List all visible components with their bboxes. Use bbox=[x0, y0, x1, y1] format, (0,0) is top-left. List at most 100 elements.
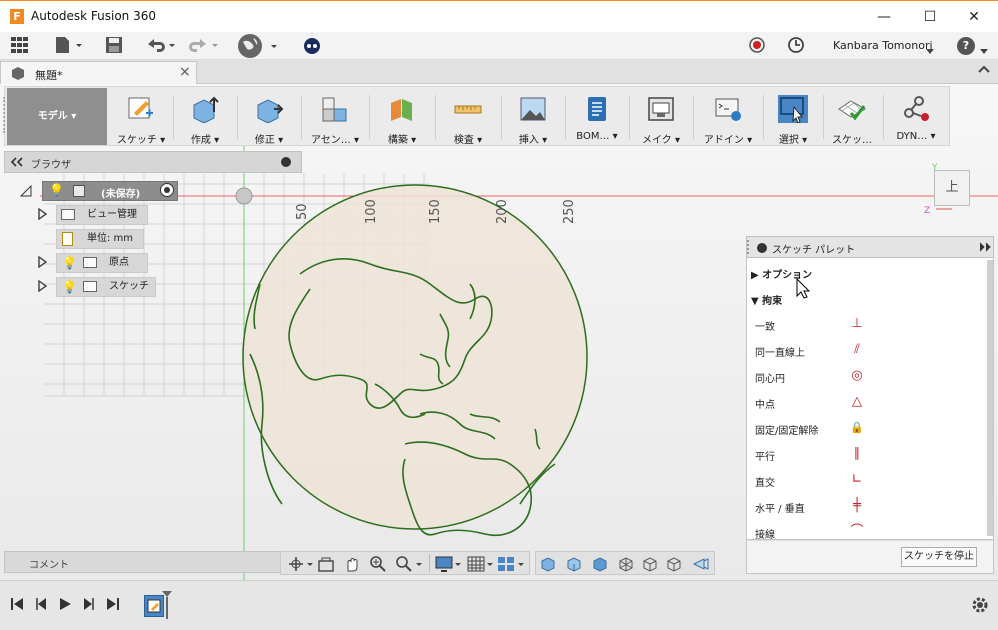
activate-radio-icon[interactable] bbox=[160, 183, 174, 197]
sketch-palette-header[interactable]: スケッチ パレット bbox=[746, 236, 994, 258]
toolbar-bom[interactable]: BOM… ▾ bbox=[569, 89, 625, 145]
browser-item-sketches[interactable]: 💡 スケッチ bbox=[56, 277, 156, 297]
user-dropdown-icon[interactable] bbox=[926, 45, 934, 58]
browser-root-row[interactable]: 💡 (未保存) bbox=[19, 181, 190, 201]
extension-icon[interactable] bbox=[302, 36, 322, 56]
toolbar-modify[interactable]: 修正 ▾ bbox=[241, 89, 297, 146]
hidden-bulb-icon[interactable]: 💡 bbox=[62, 254, 77, 272]
minimize-button[interactable]: — bbox=[862, 5, 906, 29]
job-status-icon[interactable] bbox=[787, 36, 805, 56]
browser-item-views[interactable]: ビュー管理 bbox=[56, 205, 148, 225]
browser-minimize-icon[interactable] bbox=[281, 157, 291, 167]
visibility-bulb-icon[interactable]: 💡 bbox=[49, 183, 64, 197]
undo-icon[interactable] bbox=[145, 36, 179, 56]
data-panel-globe-icon[interactable] bbox=[237, 33, 283, 58]
app-grid-icon[interactable] bbox=[10, 36, 30, 56]
constraint-parallel[interactable]: 平行 ∥ bbox=[755, 447, 860, 464]
viewports-icon[interactable] bbox=[497, 555, 527, 576]
maximize-button[interactable]: ☐ bbox=[908, 5, 952, 29]
close-window-button[interactable]: ✕ bbox=[952, 5, 996, 29]
toolbar-assemble-label: アセン… bbox=[310, 135, 351, 146]
expand-triangle-icon[interactable] bbox=[38, 255, 48, 271]
toolbar-inspect[interactable]: 検査 ▾ bbox=[439, 89, 497, 146]
pan-hand-icon[interactable] bbox=[343, 555, 361, 576]
root-component[interactable]: 💡 (未保存) bbox=[42, 181, 178, 201]
browser-panel-header[interactable]: ブラウザ bbox=[4, 151, 302, 173]
timeline-start-icon[interactable] bbox=[10, 597, 24, 615]
viewcube[interactable]: 上 bbox=[934, 170, 970, 206]
collapse-triangle-icon[interactable] bbox=[19, 184, 32, 200]
view-top-icon[interactable] bbox=[592, 556, 608, 575]
redo-icon[interactable] bbox=[188, 36, 222, 56]
document-tab[interactable]: 無題* × bbox=[0, 61, 197, 84]
sketch-palette-footer: スケッチを停止 bbox=[746, 540, 994, 574]
toolbar-sketch[interactable]: スケッチ ▾ bbox=[113, 89, 169, 146]
view-front-icon[interactable] bbox=[566, 556, 582, 575]
toolbar-construct[interactable]: 構築 ▾ bbox=[373, 89, 431, 146]
stop-sketch-button[interactable]: スケッチを停止 bbox=[901, 547, 977, 567]
zoom-icon[interactable] bbox=[369, 555, 387, 576]
expand-triangle-icon[interactable] bbox=[38, 279, 48, 295]
constraint-concentric[interactable]: 同心円 ◎ bbox=[755, 369, 863, 386]
palette-constraints-section[interactable]: ▼ 拘束 bbox=[751, 292, 782, 307]
timeline-previous-icon[interactable] bbox=[34, 597, 48, 615]
toolbar-insert[interactable]: 挿入 ▾ bbox=[505, 89, 561, 146]
view-shaded-icon[interactable] bbox=[540, 556, 556, 575]
toolbar-assemble[interactable]: アセン… ▾ bbox=[305, 89, 365, 146]
help-icon[interactable]: ? bbox=[957, 37, 975, 55]
timeline-end-icon[interactable] bbox=[106, 597, 120, 615]
collapse-panel-icon[interactable] bbox=[10, 157, 24, 170]
view-iso-alt-icon[interactable] bbox=[666, 556, 682, 575]
constraint-fix[interactable]: 固定/固定解除 🔒 bbox=[755, 421, 864, 437]
timeline-next-icon[interactable] bbox=[82, 597, 96, 615]
user-account-menu[interactable]: Kanbara Tomonori bbox=[833, 39, 933, 52]
folder-icon bbox=[83, 281, 97, 292]
toolbar-create[interactable]: 作成 ▾ bbox=[177, 89, 233, 146]
constraint-horizontal-vertical[interactable]: 水平 / 垂直 ╪ bbox=[755, 499, 861, 516]
look-at-icon[interactable] bbox=[317, 555, 335, 576]
palette-scrollbar[interactable] bbox=[987, 260, 993, 536]
constraint-collinear[interactable]: 同一直線上 ⫽ bbox=[755, 343, 860, 360]
constraint-perpendicular[interactable]: 直交 ∟ bbox=[755, 473, 862, 490]
expand-palette-icon[interactable] bbox=[979, 242, 991, 255]
help-dropdown-icon[interactable] bbox=[980, 45, 988, 58]
view-camera-icon[interactable] bbox=[692, 556, 710, 575]
comment-bar[interactable]: コメント bbox=[4, 551, 302, 573]
toolbar-make[interactable]: メイク ▾ bbox=[633, 89, 689, 146]
save-icon[interactable] bbox=[105, 36, 123, 56]
toolbar-dynamo[interactable]: DYN… ▾ bbox=[887, 89, 945, 145]
fit-zoom-icon[interactable] bbox=[395, 555, 425, 576]
toolbar-grip[interactable] bbox=[3, 97, 5, 133]
timeline-sketch-feature[interactable] bbox=[144, 595, 164, 617]
concentric-icon: ◎ bbox=[851, 368, 863, 383]
view-wireframe-icon[interactable] bbox=[618, 556, 634, 575]
comment-label: コメント bbox=[29, 560, 69, 571]
close-tab-button[interactable]: × bbox=[179, 64, 191, 80]
browser-item-origin[interactable]: 💡 原点 bbox=[56, 253, 148, 273]
file-menu-icon[interactable] bbox=[54, 36, 84, 56]
palette-grip[interactable] bbox=[747, 240, 750, 254]
workspace-switcher[interactable]: モデル ▾ bbox=[7, 88, 107, 145]
toolbar-select[interactable]: 選択 ▾ bbox=[767, 89, 819, 146]
toolbar-finish-sketch[interactable]: スケッ… bbox=[825, 89, 879, 146]
folder-icon bbox=[83, 257, 97, 268]
constraint-coincident[interactable]: 一致 ⊥ bbox=[755, 317, 863, 334]
palette-constraints-label: 拘束 bbox=[762, 296, 783, 307]
grid-settings-icon[interactable] bbox=[467, 555, 497, 576]
timeline-settings-gear-icon[interactable] bbox=[970, 595, 990, 618]
constraint-tangent[interactable]: 接線 ⌒ bbox=[755, 525, 864, 540]
toolbar-addins[interactable]: アドイン ▾ bbox=[697, 89, 759, 146]
visibility-bulb-icon[interactable]: 💡 bbox=[62, 278, 77, 296]
timeline-marker-icon[interactable] bbox=[162, 591, 172, 624]
record-icon[interactable] bbox=[748, 36, 766, 56]
view-iso-icon[interactable] bbox=[642, 556, 658, 575]
expand-triangle-icon[interactable] bbox=[38, 207, 48, 223]
collapse-chevron-icon[interactable] bbox=[978, 64, 990, 77]
display-settings-icon[interactable] bbox=[435, 555, 465, 576]
timeline-play-icon[interactable] bbox=[58, 597, 72, 615]
browser-item-units[interactable]: 単位: mm bbox=[56, 229, 144, 249]
constraint-midpoint[interactable]: 中点 △ bbox=[755, 395, 862, 412]
toolbar-separator bbox=[565, 95, 566, 139]
orbit-icon[interactable] bbox=[287, 555, 315, 576]
palette-minimize-icon[interactable] bbox=[757, 243, 767, 253]
